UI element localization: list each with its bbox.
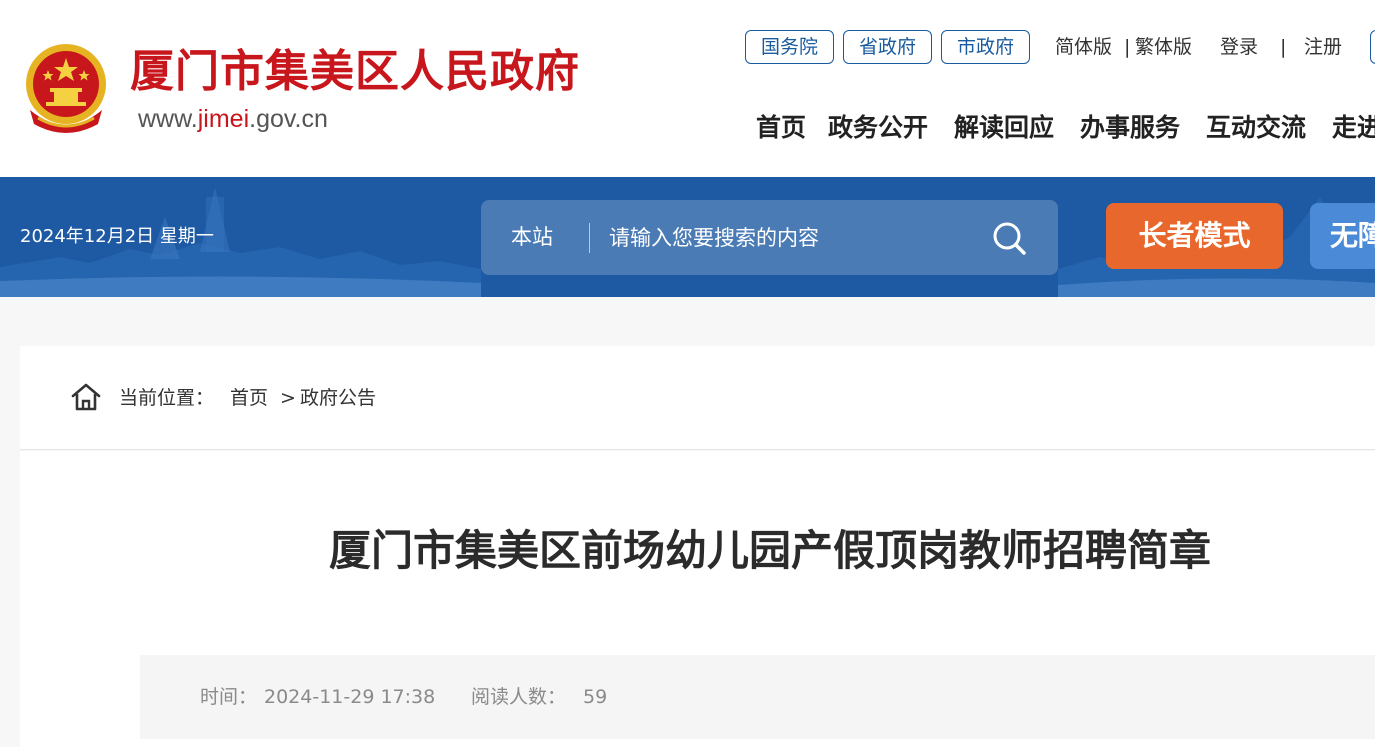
breadcrumb-label: 当前位置： [119,387,215,409]
search-icon[interactable] [989,218,1029,258]
search-divider [589,223,590,253]
search-scope-select[interactable]: 本站 [511,200,553,275]
search-input[interactable] [609,218,989,258]
view-count-label: 阅读人数： [471,686,567,708]
header-extra-link[interactable] [1370,30,1375,64]
search-box: 本站 [481,200,1058,275]
home-icon [71,383,101,411]
simplified-chinese-link[interactable]: 简体版 [1055,30,1112,64]
auth-separator: | [1280,36,1287,58]
national-emblem-logo[interactable] [20,40,112,136]
breadcrumb: 当前位置： 首页 > 政府公告 [20,346,1375,450]
link-state-council[interactable]: 国务院 [745,30,834,64]
nav-interpretation[interactable]: 解读回应 [954,108,1054,148]
view-count-value: 59 [583,686,608,708]
url-highlight: jimei [197,105,250,133]
barrier-free-button[interactable]: 无障碍 [1310,203,1375,269]
elder-mode-button[interactable]: 长者模式 [1106,203,1283,269]
site-name[interactable]: 厦门市集美区人民政府 [130,44,580,100]
traditional-chinese-link[interactable]: 繁体版 [1135,30,1192,64]
publish-time-label: 时间： [200,686,258,708]
article-title: 厦门市集美区前场幼儿园产假顶岗教师招聘简章 [328,526,1211,575]
link-provincial-government[interactable]: 省政府 [843,30,932,64]
article-meta: 时间： 2024-11-29 17:38 阅读人数： 59 [140,655,1375,739]
login-link[interactable]: 登录 [1220,30,1258,64]
article-container: 厦门市集美区前场幼儿园产假顶岗教师招聘简章 时间： 2024-11-29 17:… [20,451,1375,747]
breadcrumb-home-link[interactable]: 首页 [230,382,268,414]
breadcrumb-current-link[interactable]: 政府公告 [300,382,376,414]
publish-time-value: 2024-11-29 17:38 [264,686,436,708]
lang-separator: | [1124,36,1131,58]
nav-interaction[interactable]: 互动交流 [1206,108,1306,148]
nav-services[interactable]: 办事服务 [1080,108,1180,148]
search-banner: 2024年12月2日 星期一 本站 长者模式 无障碍 [0,177,1375,297]
site-header: 厦门市集美区人民政府 www.jimei.gov.cn 国务院 省政府 市政府 … [0,0,1375,177]
link-city-government[interactable]: 市政府 [941,30,1030,64]
url-prefix: www. [138,105,198,133]
current-date: 2024年12月2日 星期一 [20,226,214,247]
register-link[interactable]: 注册 [1304,30,1342,64]
nav-about-jimei[interactable]: 走进集美 [1332,108,1375,148]
nav-government-affairs[interactable]: 政务公开 [828,108,928,148]
site-url[interactable]: www.jimei.gov.cn [138,104,328,134]
nav-home[interactable]: 首页 [756,108,806,148]
breadcrumb-separator: > [280,387,296,409]
url-suffix: .gov.cn [249,105,328,133]
